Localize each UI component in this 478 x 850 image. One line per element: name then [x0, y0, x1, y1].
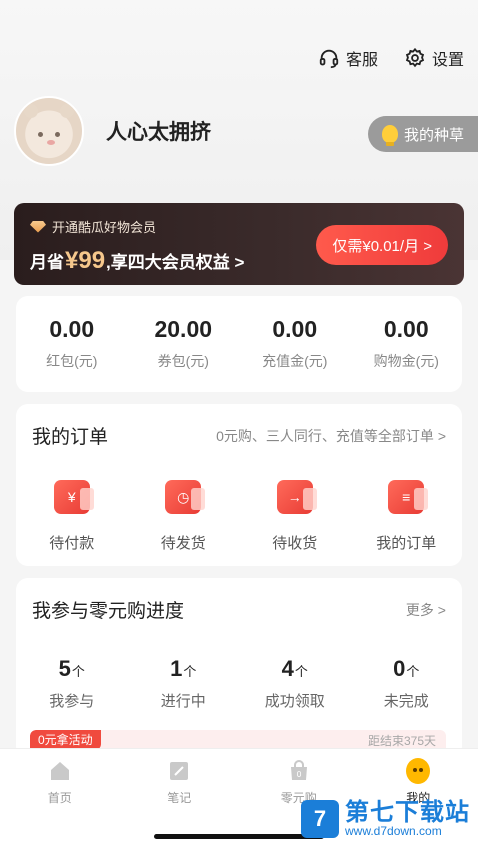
orders-card: 我的订单 0元购、三人同行、充值等全部订单 > ¥ 待付款 ◷ 待发货 → 待收… [16, 404, 462, 566]
wallet-value: 0.00 [383, 316, 429, 342]
lightbulb-icon [381, 125, 398, 146]
vip-subscribe-button[interactable]: 仅需¥0.01/月 > [316, 225, 448, 265]
username: 人心太拥挤 [106, 121, 211, 144]
order-label: 待收货 [272, 535, 318, 552]
progress-label: 未完成 [383, 693, 429, 710]
vip-description: 月省 ¥99 ,享四大会员权益 > [30, 247, 244, 275]
vip-desc-suffix: ,享四大会员权益 > [106, 253, 245, 272]
svg-text:0: 0 [296, 770, 301, 779]
progress-claimed[interactable]: 4个 成功领取 [239, 656, 351, 711]
progress-value: 1个 [170, 656, 197, 681]
watermark: 7 第七下载站 www.d7down.com [301, 800, 470, 838]
zero-activity-countdown: 距结束375天 [367, 734, 436, 748]
delivery-icon: → [276, 480, 317, 514]
progress-value: 0个 [393, 656, 420, 681]
order-status-row: ¥ 待付款 ◷ 待发货 → 待收货 ≡ 我的订单 [16, 480, 462, 553]
progress-more-link[interactable]: 更多 > [406, 600, 446, 620]
wallet-label: 券包(元) [157, 353, 209, 369]
tab-home[interactable]: 首页 [0, 749, 120, 850]
vip-title-row: 开通酷瓜好物会员 [30, 217, 156, 236]
home-indicator[interactable] [154, 834, 324, 839]
order-list-icon: ≡ [388, 480, 429, 514]
profile: 人心太拥挤 [14, 96, 211, 166]
orders-title: 我的订单 [32, 427, 109, 448]
vip-title: 开通酷瓜好物会员 [52, 220, 157, 235]
my-grass-button[interactable]: 我的种草 [367, 116, 478, 152]
progress-title: 我参与零元购进度 [32, 601, 185, 622]
diamond-icon [30, 220, 46, 233]
clock-icon: ◷ [165, 480, 206, 514]
progress-value: 4个 [281, 656, 308, 681]
progress-in-progress[interactable]: 1个 进行中 [128, 656, 240, 711]
wallet-card: 0.00 红包(元) 20.00 券包(元) 0.00 充值金(元) 0.00 … [16, 296, 462, 392]
settings-button[interactable]: 设置 [404, 46, 464, 70]
tab-label: 首页 [47, 791, 72, 805]
vip-desc-prefix: 月省 [30, 253, 64, 272]
zero-activity-tag: 0元拿活动 [30, 730, 101, 750]
settings-label: 设置 [431, 52, 464, 69]
zero-buy-icon: 0 [287, 759, 311, 783]
wallet-value: 0.00 [272, 316, 318, 342]
progress-header: 我参与零元购进度 更多 > [32, 596, 446, 623]
wallet-item-recharge[interactable]: 0.00 充值金(元) [239, 296, 351, 392]
wallet-icon: ¥ [53, 480, 94, 514]
avatar-ear [24, 104, 38, 118]
wallet-item-shopping-gold[interactable]: 0.00 购物金(元) [351, 296, 463, 392]
header-actions: 客服 设置 [318, 46, 464, 70]
watermark-logo-icon: 7 [301, 800, 339, 838]
order-label: 待付款 [49, 535, 95, 552]
note-icon [167, 759, 191, 783]
wallet-label: 充值金(元) [262, 353, 328, 369]
avatar-eye [55, 132, 60, 137]
order-label: 我的订单 [376, 535, 437, 552]
avatar-ear [60, 104, 74, 118]
watermark-url: www.d7down.com [345, 824, 442, 839]
progress-label: 进行中 [160, 693, 206, 710]
customer-service-label: 客服 [345, 52, 378, 69]
watermark-title: 第七下载站 [345, 799, 470, 827]
order-pending-receipt[interactable]: → 待收货 [239, 480, 351, 553]
gear-icon [405, 47, 425, 68]
wallet-label: 红包(元) [46, 353, 98, 369]
customer-service-button[interactable]: 客服 [318, 46, 378, 70]
all-orders-link[interactable]: 0元购、三人同行、充值等全部订单 > [216, 426, 446, 446]
progress-label: 成功领取 [264, 693, 325, 710]
order-label: 待发货 [160, 535, 206, 552]
vip-price: ¥99 [65, 247, 106, 274]
order-pending-shipment[interactable]: ◷ 待发货 [128, 480, 240, 553]
zero-activity-banner[interactable]: 0元拿活动 距结束375天 [30, 730, 446, 750]
progress-stats-row: 5个 我参与 1个 进行中 4个 成功领取 0个 未完成 [16, 656, 462, 711]
avatar-nose [47, 140, 55, 145]
me-icon [406, 758, 431, 784]
headset-icon [319, 49, 339, 69]
progress-unfinished[interactable]: 0个 未完成 [351, 656, 463, 711]
progress-value: 5个 [58, 656, 85, 681]
avatar[interactable] [14, 96, 84, 166]
order-pending-payment[interactable]: ¥ 待付款 [16, 480, 128, 553]
progress-participated[interactable]: 5个 我参与 [16, 656, 128, 711]
tab-label: 笔记 [167, 791, 192, 805]
my-grass-label: 我的种草 [403, 126, 464, 144]
orders-header: 我的订单 0元购、三人同行、充值等全部订单 > [32, 422, 446, 449]
order-my-orders[interactable]: ≡ 我的订单 [351, 480, 463, 553]
wallet-item-red-packet[interactable]: 0.00 红包(元) [16, 296, 128, 392]
wallet-value: 0.00 [49, 316, 95, 342]
avatar-eye [38, 132, 43, 137]
watermark-text: 第七下载站 www.d7down.com [345, 800, 470, 838]
wallet-item-coupon[interactable]: 20.00 券包(元) [128, 296, 240, 392]
progress-label: 我参与 [49, 693, 95, 710]
home-icon [48, 759, 72, 783]
vip-banner[interactable]: 开通酷瓜好物会员 月省 ¥99 ,享四大会员权益 > 仅需¥0.01/月 > [14, 203, 464, 285]
wallet-value: 20.00 [154, 316, 213, 342]
wallet-label: 购物金(元) [373, 353, 439, 369]
